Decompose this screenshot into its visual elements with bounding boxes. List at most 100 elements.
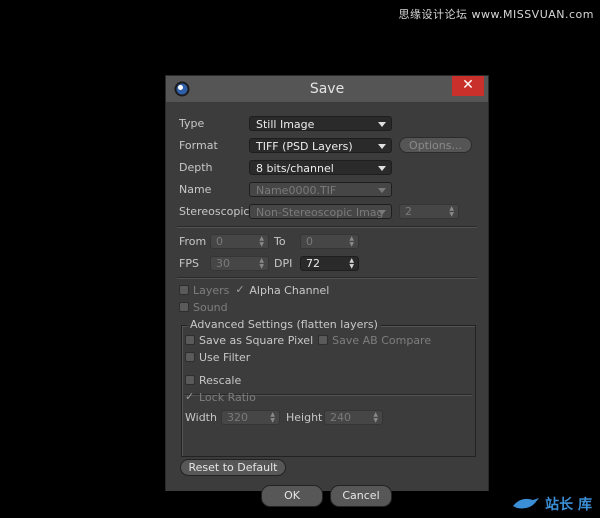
- watermark-top: 思缘设计论坛 www.MISSVUAN.com: [398, 8, 594, 21]
- depth-label: Depth: [179, 160, 213, 174]
- save-ab-compare-checkbox[interactable]: Save AB Compare: [318, 334, 431, 347]
- rescale-row: Rescale: [185, 371, 241, 389]
- checkbox-icon: [318, 335, 329, 345]
- type-value: Still Image: [256, 117, 315, 131]
- from-value: 0: [216, 234, 223, 248]
- stereoscopic-row: Stereoscopic Non-Stereoscopic Imag 2 ▲ ▼: [179, 202, 459, 220]
- save-ab-compare-label: Save AB Compare: [332, 333, 432, 347]
- checkmark-icon: ✓: [235, 283, 245, 296]
- stereoscopic-label: Stereoscopic: [179, 204, 250, 218]
- height-value: 240: [330, 410, 351, 424]
- chevron-down-icon: [378, 143, 386, 149]
- name-label: Name: [179, 182, 212, 196]
- options-button[interactable]: Options...: [399, 137, 472, 153]
- save-square-pixel-label: Save as Square Pixel: [199, 333, 314, 347]
- layers-label: Layers: [193, 283, 230, 297]
- stereoscopic-dropdown[interactable]: Non-Stereoscopic Imag: [249, 203, 392, 219]
- layers-checkbox[interactable]: Layers: [179, 284, 229, 297]
- sound-label: Sound: [193, 300, 228, 314]
- watermark-bottom: 站长 库: [511, 494, 592, 514]
- format-label: Format: [179, 138, 218, 152]
- lock-ratio-checkbox[interactable]: ✓ Lock Ratio: [185, 391, 256, 404]
- fps-label: FPS: [179, 256, 199, 270]
- spinner-icon[interactable]: ▲ ▼: [270, 411, 275, 424]
- depth-value: 8 bits/channel: [256, 161, 334, 175]
- name-row: Name Name0000.TIF: [179, 180, 392, 198]
- stereoscopic-count-field[interactable]: 2 ▲ ▼: [399, 203, 459, 219]
- stereoscopic-value: Non-Stereoscopic Imag: [256, 205, 384, 219]
- use-filter-checkbox[interactable]: Use Filter: [185, 351, 250, 364]
- to-value: 0: [306, 234, 313, 248]
- sound-checkbox[interactable]: Sound: [179, 301, 228, 314]
- spinner-icon[interactable]: ▲ ▼: [373, 411, 378, 424]
- checkbox-icon: [179, 285, 189, 295]
- use-filter-label: Use Filter: [199, 350, 251, 364]
- chevron-down-icon: [378, 121, 386, 127]
- dpi-value: 72: [306, 256, 320, 270]
- type-label: Type: [179, 116, 205, 130]
- dialog-title: Save: [309, 81, 345, 97]
- advanced-settings-legend: Advanced Settings (flatten layers): [187, 318, 381, 331]
- checkbox-icon: [179, 302, 189, 312]
- rescale-label: Rescale: [199, 373, 242, 387]
- save-dialog: Save ✕ Type Still Image Format TIFF (PSD…: [165, 75, 489, 507]
- square-pixel-row: Save as Square Pixel Save AB Compare: [185, 331, 431, 349]
- cancel-button[interactable]: Cancel: [330, 485, 392, 507]
- width-field[interactable]: 320 ▲ ▼: [221, 409, 280, 425]
- rescale-checkbox[interactable]: Rescale: [185, 374, 241, 387]
- sound-row: Sound: [179, 298, 228, 316]
- width-label: Width: [185, 410, 217, 424]
- stereoscopic-count-value: 2: [405, 204, 412, 218]
- close-button[interactable]: ✕: [452, 76, 484, 96]
- divider: [177, 226, 477, 228]
- dpi-label: DPI: [274, 256, 293, 270]
- lock-ratio-label: Lock Ratio: [199, 390, 256, 404]
- to-field[interactable]: 0 ▲ ▼: [300, 233, 359, 249]
- height-field[interactable]: 240 ▲ ▼: [324, 409, 383, 425]
- depth-dropdown[interactable]: 8 bits/channel: [249, 159, 392, 175]
- checkbox-icon: [185, 335, 195, 345]
- alpha-channel-label: Alpha Channel: [249, 283, 330, 297]
- spinner-icon[interactable]: ▲ ▼: [449, 205, 454, 218]
- divider: [177, 277, 477, 279]
- chevron-down-icon: [378, 209, 386, 215]
- from-label: From: [179, 234, 207, 248]
- lock-ratio-row: ✓ Lock Ratio: [185, 388, 256, 406]
- from-field[interactable]: 0 ▲ ▼: [210, 233, 269, 249]
- ok-button[interactable]: OK: [261, 485, 323, 507]
- alpha-channel-checkbox[interactable]: ✓ Alpha Channel: [235, 284, 329, 297]
- title-bar: Save ✕: [166, 76, 488, 103]
- advanced-settings-group: Advanced Settings (flatten layers) Save …: [181, 318, 476, 457]
- format-value: TIFF (PSD Layers): [256, 139, 353, 153]
- save-square-pixel-checkbox[interactable]: Save as Square Pixel: [185, 334, 313, 347]
- dpi-field[interactable]: 72 ▲ ▼: [300, 255, 359, 271]
- use-filter-row: Use Filter: [185, 348, 250, 366]
- range-row: From 0 ▲ ▼ To 0 ▲ ▼: [179, 232, 359, 250]
- spinner-icon[interactable]: ▲ ▼: [259, 257, 264, 270]
- reset-to-default-button[interactable]: Reset to Default: [180, 459, 286, 476]
- width-value: 320: [227, 410, 248, 424]
- spinner-icon[interactable]: ▲ ▼: [349, 257, 354, 270]
- format-dropdown[interactable]: TIFF (PSD Layers): [249, 137, 392, 153]
- checkbox-icon: [185, 375, 195, 385]
- size-row: Width 320 ▲ ▼ Height 240 ▲ ▼: [185, 408, 383, 426]
- type-dropdown[interactable]: Still Image: [249, 115, 392, 131]
- checkmark-icon: ✓: [185, 390, 195, 403]
- name-value: Name0000.TIF: [256, 183, 337, 197]
- type-row: Type Still Image: [179, 114, 392, 132]
- spinner-icon[interactable]: ▲ ▼: [259, 235, 264, 248]
- fps-field[interactable]: 30 ▲ ▼: [210, 255, 269, 271]
- chevron-down-icon: [378, 165, 386, 171]
- format-row: Format TIFF (PSD Layers) Options...: [179, 136, 472, 154]
- spinner-icon[interactable]: ▲ ▼: [349, 235, 354, 248]
- chevron-down-icon: [378, 187, 386, 193]
- to-label: To: [274, 234, 286, 248]
- fps-dpi-row: FPS 30 ▲ ▼ DPI 72 ▲ ▼: [179, 254, 359, 272]
- watermark-bottom-text: 站长 库: [545, 497, 592, 513]
- checkbox-icon: [185, 352, 195, 362]
- depth-row: Depth 8 bits/channel: [179, 158, 392, 176]
- layers-alpha-row: Layers ✓ Alpha Channel: [179, 281, 329, 299]
- height-label: Height: [286, 410, 323, 424]
- dialog-body: Type Still Image Format TIFF (PSD Layers…: [166, 103, 488, 507]
- name-dropdown[interactable]: Name0000.TIF: [249, 181, 392, 197]
